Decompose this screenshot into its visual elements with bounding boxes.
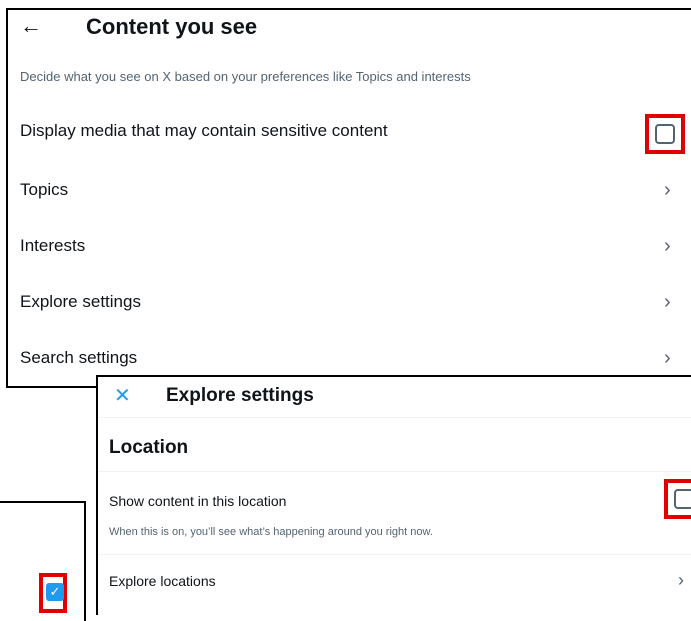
sidebar-item-interests[interactable]: Interests › [8,226,691,266]
topics-label: Topics [20,180,69,199]
sidebar-item-topics[interactable]: Topics › [8,170,691,210]
arrow-left-icon[interactable]: ← [20,13,42,39]
chevron-right-icon: › [664,291,671,313]
show-location-highlight [664,479,691,519]
explore-settings-header: ✕ Explore settings [98,377,691,418]
explore-locations-item[interactable]: Explore locations [109,572,216,590]
sensitive-media-highlight [645,114,685,154]
checked-checkbox-highlight: ✓ [39,573,67,613]
chevron-right-icon: › [664,179,671,201]
content-you-see-panel: ← Content you see Decide what you see on… [6,8,691,388]
checked-checkbox[interactable]: ✓ [46,583,64,601]
chevron-right-icon: › [664,235,671,257]
sensitive-media-checkbox[interactable] [655,124,675,144]
chevron-right-icon: › [664,347,671,369]
location-section-header: Location [98,419,691,472]
sensitive-media-label: Display media that may contain sensitive… [20,121,388,140]
close-icon[interactable]: ✕ [114,385,131,407]
show-location-description: When this is on, you’ll see what’s happe… [109,526,433,538]
content-you-see-header: ← Content you see [8,10,691,44]
show-location-label[interactable]: Show content in this location [109,492,286,510]
sidebar-item-search-settings[interactable]: Search settings › [8,338,691,378]
search-settings-label: Search settings [20,348,138,367]
location-section-title: Location [109,437,189,458]
divider [98,554,691,555]
explore-settings-title: Explore settings [166,385,314,406]
explore-settings-label: Explore settings [20,292,141,311]
chevron-right-icon: › [678,570,684,590]
explore-settings-panel: ✕ Explore settings Location Show content… [96,375,691,615]
page-title: Content you see [86,14,258,39]
page-description: Decide what you see on X based on your p… [20,69,471,84]
interests-label: Interests [20,236,86,255]
partial-settings-panel: ✓ [0,501,86,621]
show-location-checkbox[interactable] [674,489,691,509]
sensitive-media-row[interactable]: Display media that may contain sensitive… [8,111,691,151]
sidebar-item-explore-settings[interactable]: Explore settings › [8,282,691,322]
